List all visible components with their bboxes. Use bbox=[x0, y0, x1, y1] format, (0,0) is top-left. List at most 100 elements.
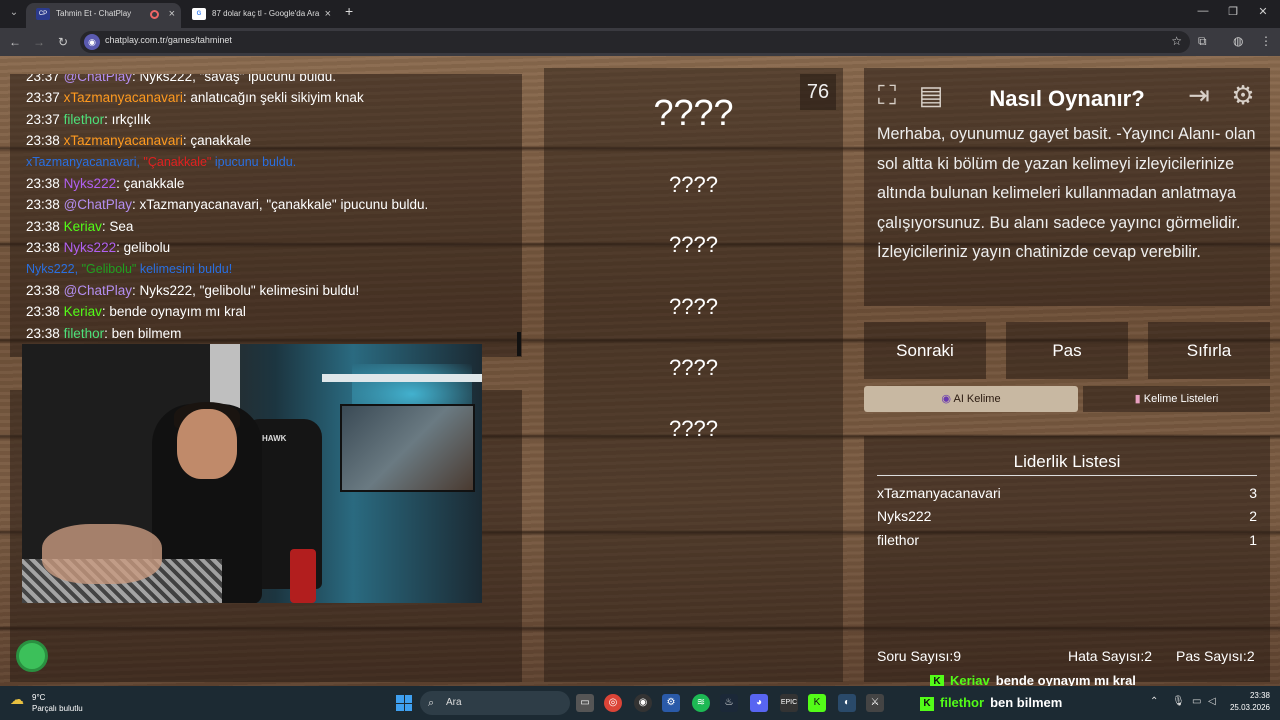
chat-time: 23:38 bbox=[26, 197, 60, 213]
overlay-chat-line: Kfilethor ben bilmem bbox=[920, 695, 1062, 711]
app-icon[interactable]: ⚙ bbox=[662, 694, 680, 712]
address-bar[interactable]: ◉ chatplay.com.tr/games/tahminet ☆ bbox=[80, 31, 1190, 53]
extensions-icon[interactable]: ⧉ bbox=[1198, 34, 1207, 49]
chat-username[interactable]: @ChatPlay bbox=[64, 197, 132, 212]
epic-icon[interactable]: EPIC bbox=[780, 694, 798, 712]
chat-username[interactable]: xTazmanyacanavari bbox=[64, 133, 183, 148]
tray-chevron-icon[interactable]: ⌃ bbox=[1150, 696, 1158, 707]
chat-username[interactable]: @ChatPlay bbox=[64, 283, 132, 298]
system-text: ipucunu buldu. bbox=[211, 154, 297, 169]
next-button[interactable]: Sonraki bbox=[864, 322, 986, 379]
tab-ai-label: AI Kelime bbox=[953, 393, 1001, 405]
chat-panel: 23:37 @ChatPlay: Nyks222, "savaş" ipucun… bbox=[10, 74, 522, 357]
chat-time: 23:38 bbox=[26, 175, 60, 191]
chat-scrollbar[interactable] bbox=[517, 332, 521, 356]
chat-username[interactable]: Nyks222 bbox=[64, 176, 117, 191]
chat-username[interactable]: filethor bbox=[64, 326, 105, 341]
spotify-icon[interactable]: ≋ bbox=[692, 694, 710, 712]
chrome-icon[interactable]: ◎ bbox=[604, 694, 622, 712]
kick-badge-icon bbox=[16, 640, 48, 672]
ai-icon: ◉ bbox=[941, 393, 952, 405]
menu-icon[interactable]: ⋮ bbox=[1260, 34, 1272, 48]
site-info-icon[interactable]: ◉ bbox=[84, 34, 100, 50]
reload-icon[interactable]: ↻ bbox=[54, 33, 72, 51]
chat-time: 23:38 bbox=[26, 325, 60, 341]
chat-username[interactable]: filethor bbox=[64, 112, 105, 127]
start-icon[interactable] bbox=[396, 695, 412, 711]
mic-icon[interactable]: 🎙 bbox=[1172, 696, 1185, 707]
chat-username[interactable]: @ChatPlay bbox=[64, 74, 132, 84]
chat-message: : çanakkale bbox=[116, 175, 185, 191]
chat-message: : gelibolu bbox=[116, 240, 171, 256]
reset-button[interactable]: Sıfırla bbox=[1148, 322, 1270, 379]
kick-app-icon[interactable]: K bbox=[808, 694, 826, 712]
leaderboard-panel: Liderlik Listesi xTazmanyacanavari 3 Nyk… bbox=[864, 436, 1270, 682]
app2-icon[interactable]: ◐ bbox=[838, 694, 856, 712]
chat-username[interactable]: Keriav bbox=[64, 219, 102, 234]
pass-count-value: 2 bbox=[1246, 648, 1255, 664]
discord-icon[interactable]: ◕ bbox=[750, 694, 768, 712]
tab-list-icon[interactable]: ⌄ bbox=[6, 5, 22, 21]
tab-lists-label: Kelime Listeleri bbox=[1143, 393, 1219, 405]
profile-icon[interactable]: ◍ bbox=[1233, 34, 1243, 48]
volume-icon[interactable]: ◁ bbox=[1208, 696, 1216, 707]
obs-icon[interactable]: ◉ bbox=[634, 694, 652, 712]
chair-logo: HAWK bbox=[262, 434, 287, 443]
chat-line: 23:38 xTazmanyacanavari: çanakkale bbox=[10, 130, 522, 151]
logout-icon[interactable]: ⇥ bbox=[1182, 78, 1216, 112]
hidden-word: ???? bbox=[669, 172, 718, 197]
chat-message: : Sea bbox=[101, 218, 134, 234]
error-count: Hata Sayısı:2 bbox=[1068, 648, 1152, 664]
chat-system-line: Nyks222, "Gelibolu" kelimesini buldu! bbox=[10, 259, 522, 280]
minimize-icon[interactable]: — bbox=[1188, 5, 1218, 17]
round-timer: 76 bbox=[800, 74, 836, 110]
leaderboard-title: Liderlik Listesi bbox=[1013, 452, 1121, 471]
chat-line: 23:37 filethor: ırkçılık bbox=[10, 109, 522, 130]
overlay-text: ben bilmem bbox=[990, 695, 1063, 710]
close-tab-icon[interactable]: × bbox=[169, 3, 175, 25]
tab-google[interactable]: G 87 dolar kaç tl - Google'da Ara × bbox=[182, 3, 337, 28]
app3-icon[interactable]: ⚔ bbox=[866, 694, 884, 712]
cam-head bbox=[177, 409, 237, 479]
cam-hands bbox=[42, 524, 162, 584]
bookmark-star-icon[interactable]: ☆ bbox=[1171, 34, 1182, 48]
tab-ai-word[interactable]: ◉ AI Kelime bbox=[864, 386, 1078, 412]
tab-chatplay[interactable]: CP Tahmin Et - ChatPlay × bbox=[26, 3, 181, 28]
network-icon[interactable]: ▭ bbox=[1192, 696, 1201, 707]
chat-time: 23:37 bbox=[26, 90, 60, 106]
question-count-value: 9 bbox=[953, 648, 962, 664]
pass-count-label: Pas Sayısı: bbox=[1176, 648, 1247, 664]
chat-message: : Nyks222, "gelibolu" kelimesini buldu! bbox=[132, 282, 360, 298]
chat-username[interactable]: xTazmanyacanavari bbox=[64, 90, 183, 105]
chat-line: 23:38 Keriav: bende oynayım mı kral bbox=[10, 301, 522, 322]
task-view-icon[interactable]: ▭ bbox=[576, 694, 594, 712]
close-tab-icon[interactable]: × bbox=[325, 3, 331, 25]
chat-time: 23:38 bbox=[26, 218, 60, 234]
chat-message: : çanakkale bbox=[182, 133, 252, 149]
back-icon[interactable]: ← bbox=[6, 33, 24, 51]
chat-line: 23:38 Nyks222: gelibolu bbox=[10, 237, 522, 258]
chat-time: 23:38 bbox=[26, 133, 60, 149]
error-count-label: Hata Sayısı: bbox=[1068, 648, 1145, 664]
clock[interactable]: 23:38 25.03.2026 bbox=[1230, 690, 1270, 714]
taskbar-search[interactable]: ⌕ Ara bbox=[420, 691, 570, 715]
chat-time: 23:38 bbox=[26, 282, 60, 298]
kick-icon: K bbox=[920, 696, 934, 711]
close-window-icon[interactable]: ✕ bbox=[1248, 5, 1278, 18]
restore-icon[interactable]: ❐ bbox=[1218, 5, 1248, 18]
player-score: 3 bbox=[1249, 485, 1257, 501]
chat-line: 23:38 Keriav: Sea bbox=[10, 216, 522, 237]
chat-line: 23:38 Nyks222: çanakkale bbox=[10, 173, 522, 194]
chat-username[interactable]: Keriav bbox=[64, 304, 102, 319]
pass-button[interactable]: Pas bbox=[1006, 322, 1128, 379]
tab-word-lists[interactable]: ▮ Kelime Listeleri bbox=[1083, 386, 1270, 412]
chat-username[interactable]: Nyks222 bbox=[64, 240, 117, 255]
recording-icon[interactable] bbox=[150, 10, 159, 19]
forward-icon[interactable]: → bbox=[30, 33, 48, 51]
clock-date: 25.03.2026 bbox=[1229, 703, 1270, 712]
settings-gear-icon[interactable]: ⚙ bbox=[1226, 78, 1260, 112]
chatplay-favicon-icon: CP bbox=[36, 8, 50, 20]
new-tab-icon[interactable]: + bbox=[345, 3, 353, 19]
steam-icon[interactable]: ♨ bbox=[720, 694, 738, 712]
chat-line: 23:37 xTazmanyacanavari: anlatıcağın şek… bbox=[10, 87, 522, 108]
